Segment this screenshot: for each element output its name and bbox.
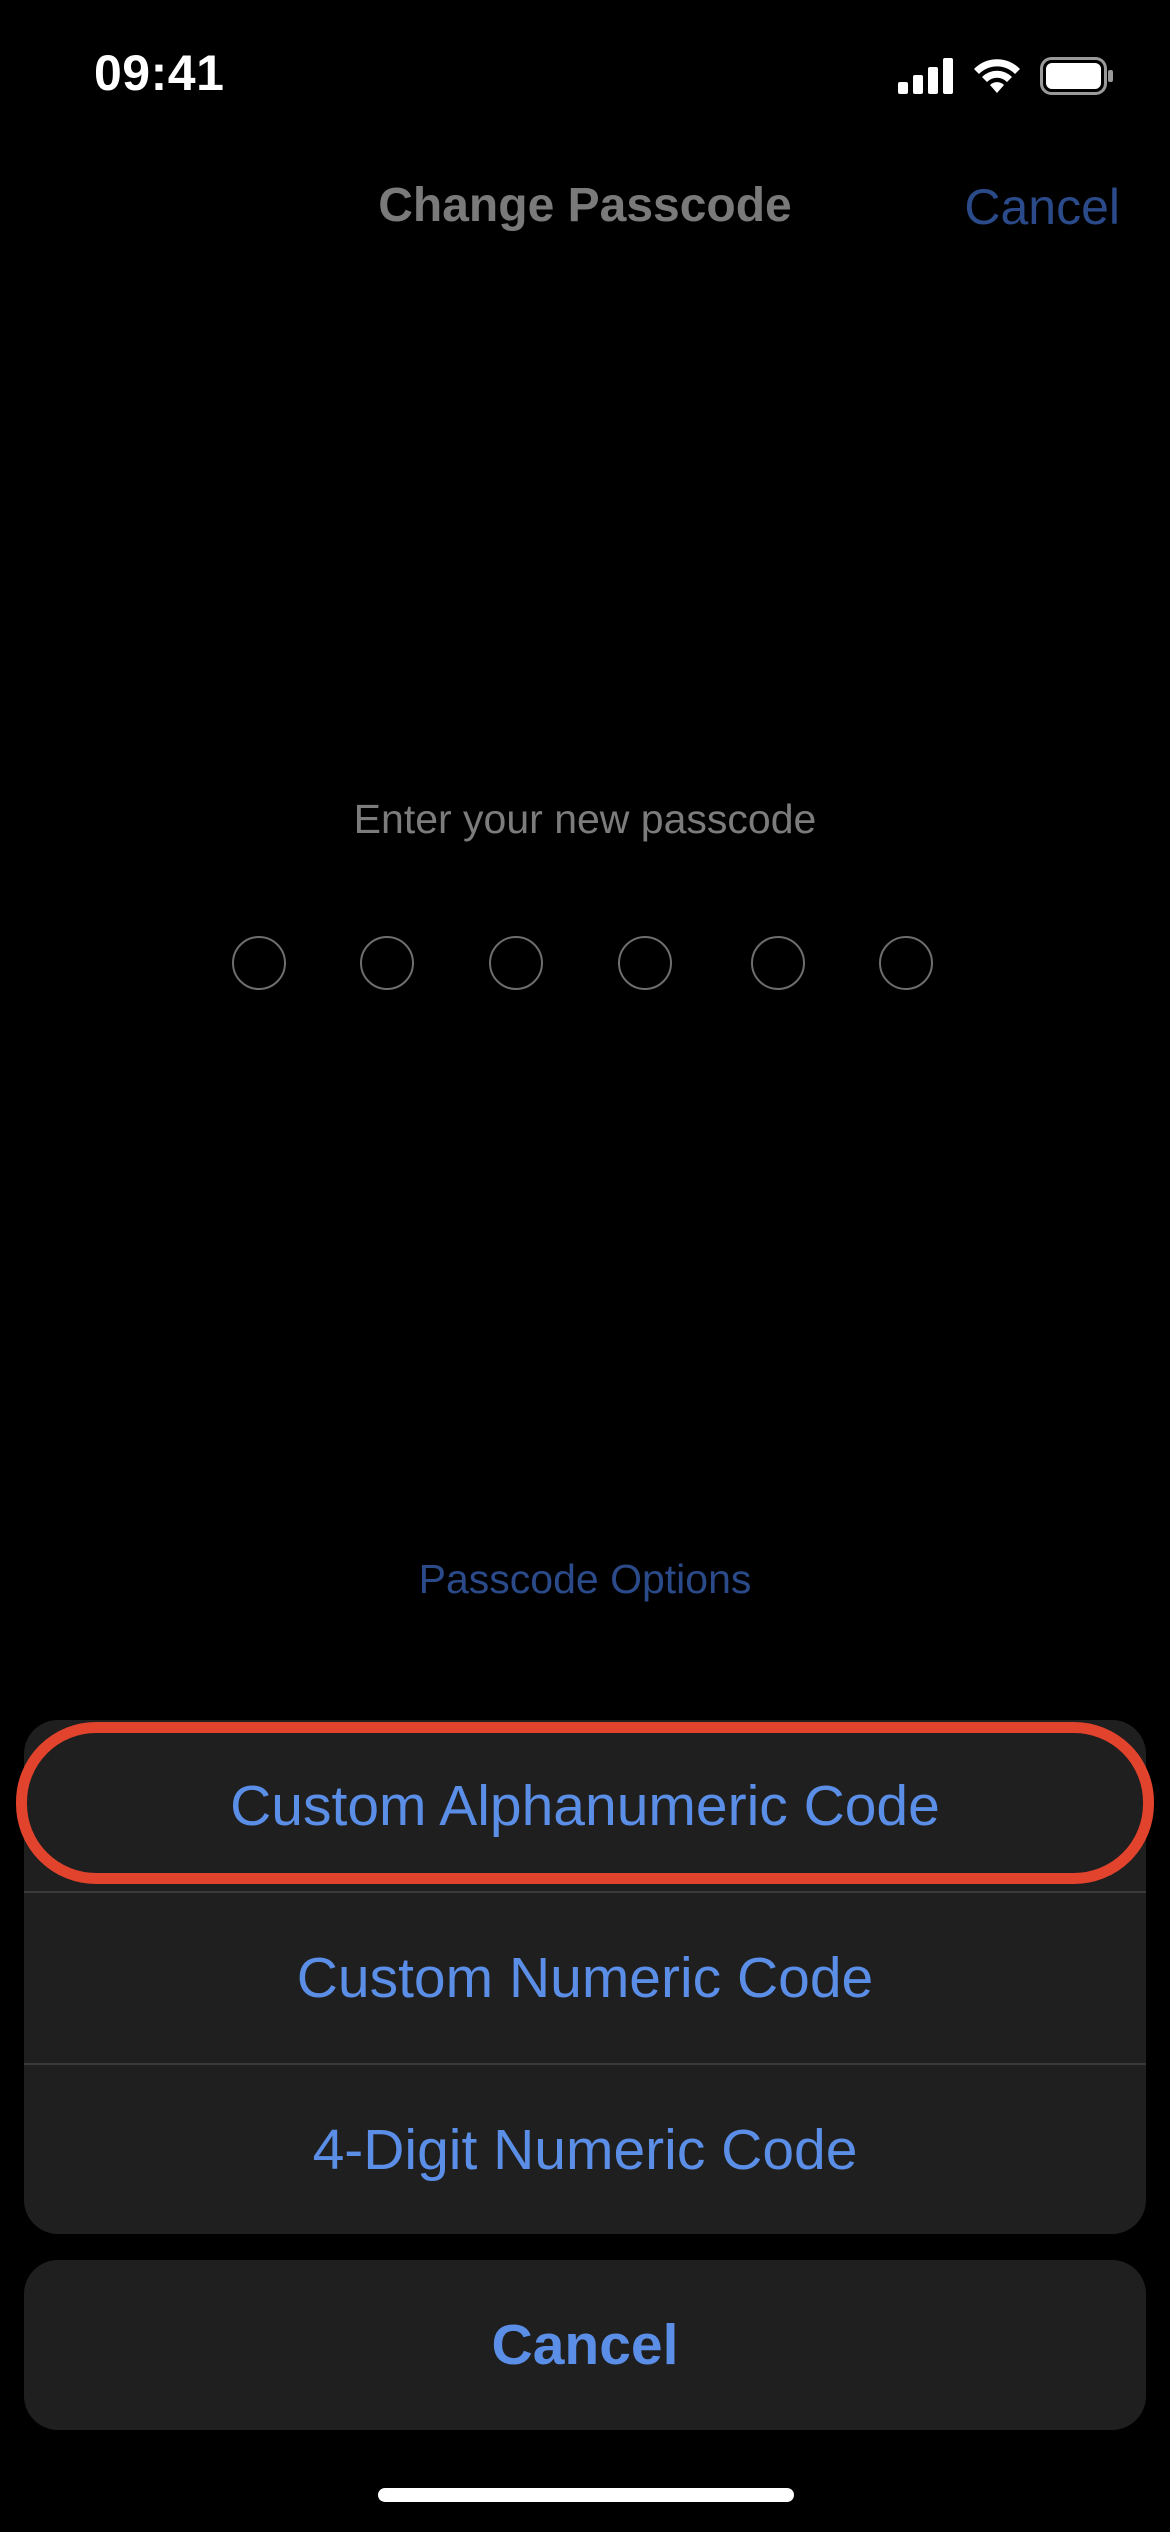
passcode-dot bbox=[751, 936, 805, 990]
passcode-dot bbox=[232, 936, 286, 990]
sheet-cancel-button[interactable]: Cancel bbox=[24, 2260, 1146, 2430]
battery-icon bbox=[1040, 57, 1113, 95]
status-bar: 09:41 bbox=[0, 0, 1170, 150]
custom-alphanumeric-code-option[interactable]: Custom Alphanumeric Code bbox=[24, 1720, 1146, 1891]
passcode-dot bbox=[489, 936, 543, 990]
passcode-dots bbox=[0, 936, 1170, 994]
status-icons bbox=[898, 54, 1114, 98]
status-time: 09:41 bbox=[94, 45, 225, 101]
cellular-signal-icon bbox=[898, 58, 953, 94]
nav-cancel-button[interactable]: Cancel bbox=[964, 178, 1120, 236]
passcode-options-link[interactable]: Passcode Options bbox=[0, 1556, 1170, 1603]
passcode-dot bbox=[618, 936, 672, 990]
passcode-dot bbox=[879, 936, 933, 990]
custom-numeric-code-option[interactable]: Custom Numeric Code bbox=[24, 1892, 1146, 2063]
passcode-prompt: Enter your new passcode bbox=[353, 796, 817, 842]
passcode-dot bbox=[360, 936, 414, 990]
four-digit-numeric-code-option[interactable]: 4-Digit Numeric Code bbox=[24, 2064, 1146, 2234]
wifi-icon bbox=[974, 59, 1020, 93]
passcode-options-sheet: Custom Alphanumeric Code Custom Numeric … bbox=[24, 1720, 1146, 2234]
home-indicator bbox=[378, 2488, 794, 2502]
